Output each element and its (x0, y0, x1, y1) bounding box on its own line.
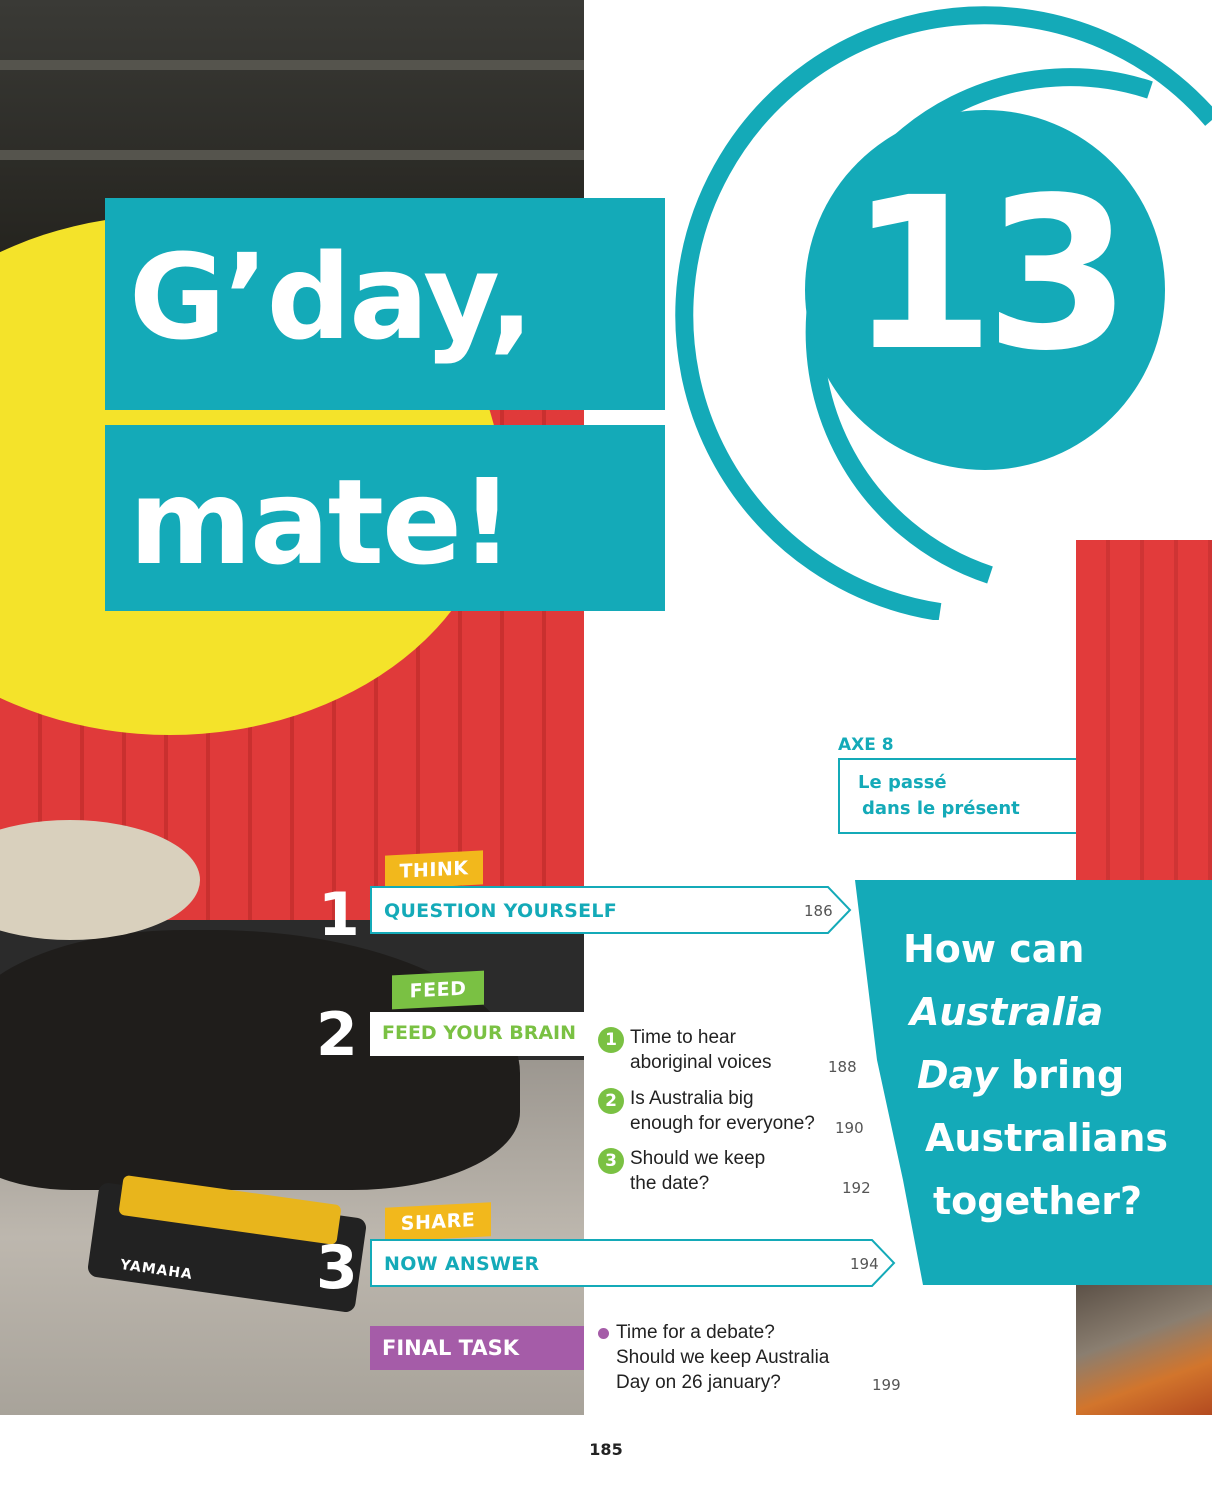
feed-item-number: 3 (598, 1148, 624, 1174)
feed-item-page: 192 (842, 1179, 871, 1197)
feed-item-page: 190 (835, 1119, 864, 1137)
question-line-5: together? (933, 1179, 1143, 1223)
final-task-page: 199 (872, 1376, 901, 1394)
feed-item-title-line-1: Is Australia big (630, 1088, 754, 1109)
step-number-2: 2 (316, 1000, 358, 1070)
share-tag: SHARE (385, 1202, 491, 1242)
final-task-line-3: Day on 26 january? (616, 1372, 781, 1393)
final-task-description: Time for a debate? Should we keep Austra… (616, 1320, 829, 1395)
feed-item-title-line-1: Should we keep (630, 1148, 766, 1169)
feed-item-title-line-2: the date? (630, 1173, 710, 1194)
axe-label: AXE 8 (838, 735, 894, 755)
feed-your-brain-row[interactable]: FEED YOUR BRAIN (370, 1012, 586, 1056)
feed-item-title-line-2: aboriginal voices (630, 1052, 772, 1073)
axe-theme-line-1: Le passé (858, 772, 947, 793)
feed-item-title-line-2: enough for everyone? (630, 1113, 815, 1134)
feed-tag: FEED (392, 970, 484, 1010)
now-answer-page: 194 (850, 1255, 879, 1273)
feed-item-number: 2 (598, 1088, 624, 1114)
page-number: 185 (589, 1440, 623, 1459)
final-task-line-1: Time for a debate? (616, 1322, 775, 1343)
feed-your-brain-title: FEED YOUR BRAIN (382, 1022, 577, 1044)
final-task-line-2: Should we keep Australia (616, 1347, 830, 1368)
flag-strip-right (1076, 540, 1212, 885)
step-number-1: 1 (318, 880, 360, 950)
step-number-3: 3 (316, 1233, 358, 1303)
problem-question-panel: How can Australia Day bring Australians … (855, 880, 1212, 1285)
feed-item-page: 188 (828, 1058, 857, 1076)
photo-bag (0, 930, 520, 1190)
chapter-title-line-2: mate! (129, 453, 514, 591)
now-answer-title: NOW ANSWER (384, 1253, 540, 1275)
final-task-bullet (598, 1328, 609, 1339)
think-tag: THINK (385, 850, 483, 890)
didgeridoo-photo-strip (1076, 1285, 1212, 1415)
question-line-1: How can (903, 927, 1085, 971)
title-banner-bottom: mate! (105, 425, 665, 611)
photo-railing (0, 60, 584, 70)
question-line-4: Australians (925, 1116, 1168, 1160)
question-line-3: Day bring (917, 1056, 1124, 1094)
chapter-title-line-1: G’day, (129, 228, 534, 366)
question-yourself-title: QUESTION YOURSELF (384, 900, 618, 922)
feed-item-title-line-1: Time to hear (630, 1027, 736, 1048)
now-answer-row[interactable]: NOW ANSWER 194 (370, 1239, 896, 1287)
question-yourself-row[interactable]: QUESTION YOURSELF 186 (370, 886, 852, 934)
final-task-tag[interactable]: FINAL TASK (370, 1326, 584, 1370)
photo-railing (0, 150, 584, 160)
chapter-number: 13 (848, 152, 1131, 397)
question-yourself-page: 186 (804, 902, 833, 920)
feed-item-number: 1 (598, 1027, 624, 1053)
question-line-2: Australia (910, 990, 1104, 1034)
axe-box: Le passé dans le présent (838, 758, 1076, 834)
question-line-3-italic: Day (917, 1053, 998, 1097)
title-banner-top: G’day, (105, 198, 665, 410)
axe-theme-line-2: dans le présent (862, 798, 1020, 819)
question-line-3-rest: bring (997, 1053, 1125, 1097)
